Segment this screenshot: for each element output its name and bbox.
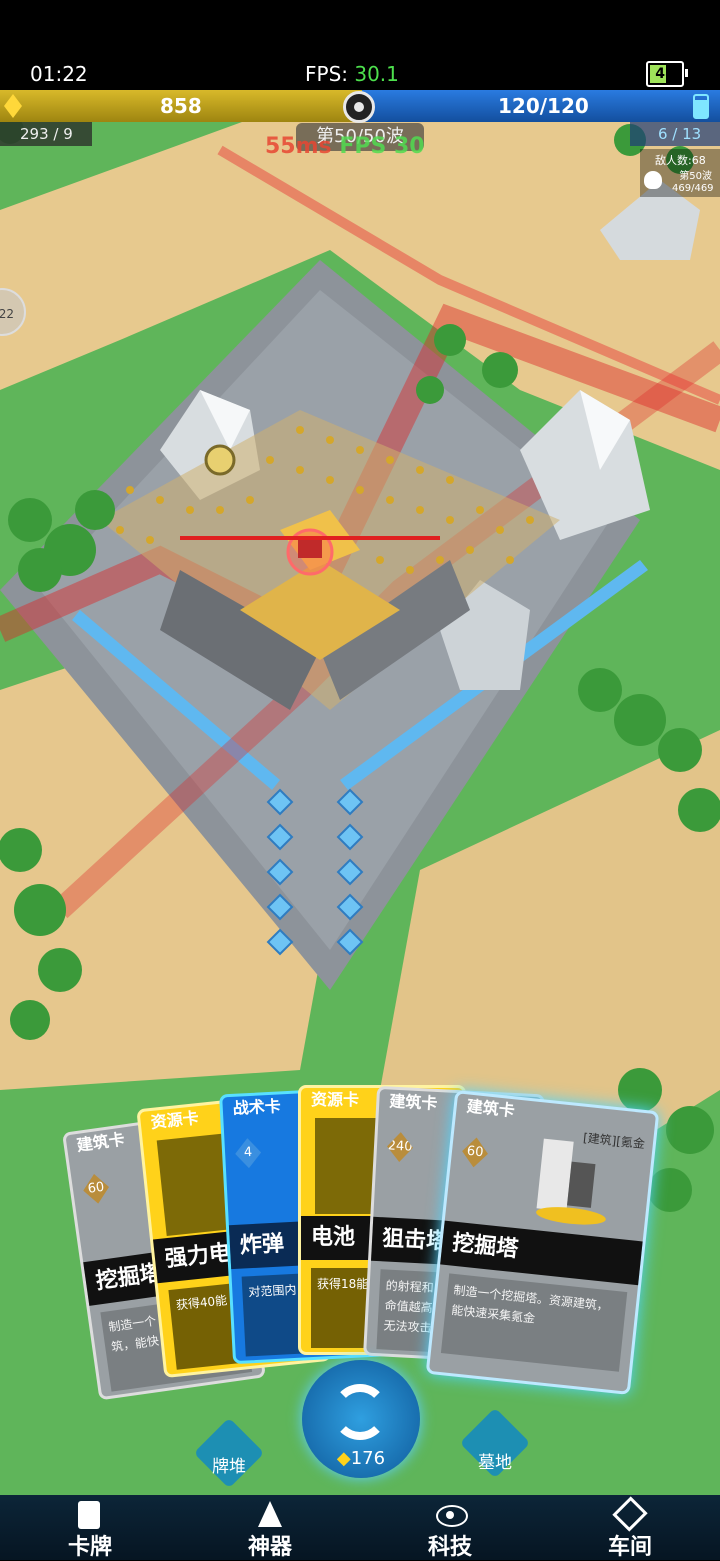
refresh-cost: ◆176 [336,1448,386,1469]
nav-artifacts[interactable]: 神器 [180,1495,360,1560]
nav-tech[interactable]: 科技 [360,1495,540,1560]
wave-progress: 第50波 469/469 [672,171,714,194]
graveyard-button[interactable]: 墓地 [459,1407,531,1486]
artifact-icon [250,1499,290,1533]
workshop-icon [610,1496,650,1533]
status-bar: 01:22 FPS: 30.1 48 [0,0,720,90]
enemy-panel: 敌人数:68 第50波 469/469 [640,149,720,197]
refresh-cards-button[interactable]: ◆176 [302,1360,420,1478]
card-dig-tower-selected[interactable]: 建筑卡 [建筑][氪金 60 挖掘塔 制造一个挖掘塔。资源建筑，能快速采集氪金 [425,1090,660,1395]
network-ping: 55ms FPS 30 [265,134,425,159]
left-counter: 293 / 9 [0,122,92,146]
energy-value: 120/120 [498,94,589,118]
deck-button[interactable]: 牌堆 [193,1417,265,1489]
dig-tower-art [515,1136,623,1232]
nav-cards[interactable]: 卡牌 [0,1495,180,1560]
atom-icon [430,1499,470,1533]
bottom-nav: 卡牌 神器 科技 车间 [0,1495,720,1560]
enemy-count: 敌人数:68 [655,154,706,167]
card-icon [70,1499,110,1533]
clock: 01:22 [30,62,88,86]
right-counter: 6 / 13 [630,122,720,146]
skull-icon [644,171,662,189]
settings-gear-icon[interactable] [343,91,375,123]
nav-workshop[interactable]: 车间 [540,1495,720,1560]
battery-icon: 48 [646,61,688,87]
gold-value: 858 [160,94,202,118]
fps-readout: FPS: 30.1 [305,62,399,86]
refresh-icon [332,1384,388,1440]
energy-battery-icon [693,94,709,119]
